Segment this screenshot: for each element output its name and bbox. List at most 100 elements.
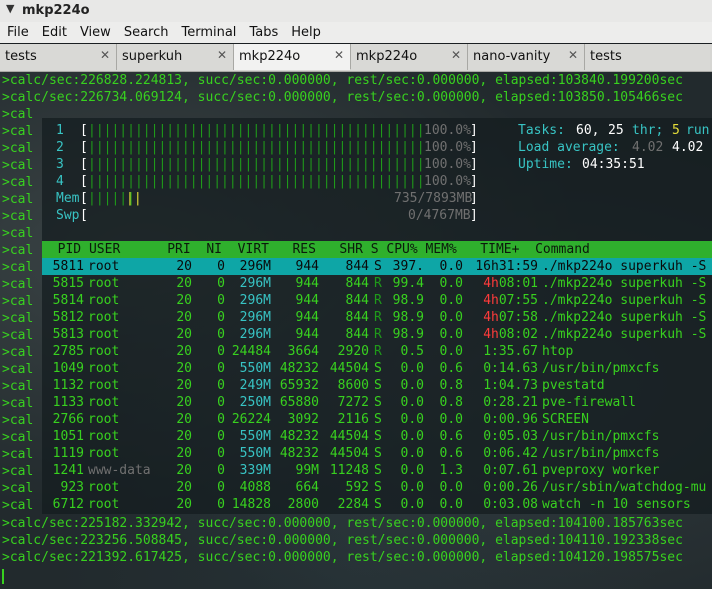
tab-label: mkp224o xyxy=(239,49,301,64)
cell-shr: 2920 xyxy=(337,344,369,359)
close-icon[interactable]: ✕ xyxy=(334,48,344,62)
close-icon[interactable]: ✕ xyxy=(217,48,227,62)
cell-cpu: 98.9 xyxy=(392,327,424,342)
cell-s: R xyxy=(374,327,382,342)
cell-ni: 0 xyxy=(217,344,225,359)
table-row[interactable]: 1133 root 20 0 250M 65880 7272 S 0.0 0.8 0:28.21 pv… xyxy=(42,394,712,411)
table-row[interactable]: 1051 root 20 0 550M 48232 44504 S 0.0 0.6 0:05.03 /… xyxy=(42,428,712,445)
menu-help[interactable]: Help xyxy=(285,25,327,40)
cell-virt: 296M xyxy=(239,293,271,308)
cell-shr: 2284 xyxy=(337,497,369,512)
cell-pri: 20 xyxy=(176,412,192,427)
cell-cmd: pvestatd xyxy=(542,378,605,393)
process-table-header[interactable]: PID USER PRI NI VIRT RES SHR S CPU% MEM%… xyxy=(42,241,712,258)
table-row[interactable]: 2785 root 20 0 24484 3664 2920 R 0.5 0.0 1:35.67 ht… xyxy=(42,343,712,360)
table-row[interactable]: 5814 root 20 0 296M 944 844 R 98.9 0.0 4h 07:55 ./mk… xyxy=(42,292,712,309)
terminal-view[interactable]: >calc/sec:226828.224813, succ/sec:0.0000… xyxy=(0,72,712,589)
cell-pid: 1132 xyxy=(52,378,84,393)
chevron-down-icon[interactable]: ▼ xyxy=(6,2,14,15)
cell-cmd: pveproxy worker xyxy=(542,463,660,478)
table-row-selected[interactable]: 5811 root 20 0 296M 944 844 S 397. 0.0 16h 31:59 ./m… xyxy=(42,258,712,275)
cell-ni: 0 xyxy=(217,395,225,410)
cell-ni: 0 xyxy=(217,293,225,308)
table-row[interactable]: 1049 root 20 0 550M 48232 44504 S 0.0 0.6 0:14.63 /… xyxy=(42,360,712,377)
cell-res: 944 xyxy=(295,293,319,308)
close-icon[interactable]: ✕ xyxy=(568,48,578,62)
cell-cmd: /usr/bin/pmxcfs xyxy=(542,429,660,444)
table-row[interactable]: 1241 www-data 20 0 339M 99M 11248 S 0.0 1.3 0:07.6… xyxy=(42,462,712,479)
cell-cmd: htop xyxy=(542,344,574,359)
cell-ni: 0 xyxy=(217,378,225,393)
tab-mkp224o[interactable]: mkp224o ✕ xyxy=(351,44,468,70)
cpu-percent: 100.0% xyxy=(424,140,471,155)
close-icon[interactable]: ✕ xyxy=(451,48,461,62)
cell-s: S xyxy=(374,259,382,274)
cell-mem: 0.0 xyxy=(439,497,463,512)
load-5: 4.02 xyxy=(672,140,704,155)
cell-shr: 592 xyxy=(345,480,369,495)
tab-tests[interactable]: tests ✕ xyxy=(0,44,117,70)
cell-pri: 20 xyxy=(176,463,192,478)
table-row[interactable]: 1119 root 20 0 550M 48232 44504 S 0.0 0.6 0:06.42 /… xyxy=(42,445,712,462)
cell-res: 3664 xyxy=(287,344,319,359)
cell-pri: 20 xyxy=(176,446,192,461)
table-row[interactable]: 923 root 20 0 4088 664 592 S 0.0 0.0 0:00.26/usr/s… xyxy=(42,479,712,496)
tab-label: tests xyxy=(590,49,622,64)
terminal-line-prefix: >cal xyxy=(2,107,34,122)
table-row[interactable]: 6712 root 20 0 14828 2800 2284 S 0.0 0.0 0:03.08 wa… xyxy=(42,496,712,513)
table-row[interactable]: 5813 root 20 0 296M 944 844 R 98.9 0.0 4h 08:02 ./mk… xyxy=(42,326,712,343)
tab-superkuh[interactable]: superkuh ✕ xyxy=(117,44,234,70)
cell-s: S xyxy=(374,361,382,376)
cell-user: root xyxy=(88,344,120,359)
menu-terminal[interactable]: Terminal xyxy=(175,25,242,40)
terminal-line-prefix: >cal xyxy=(2,447,34,462)
cell-s: S xyxy=(374,412,382,427)
cell-user: root xyxy=(88,293,120,308)
menu-search[interactable]: Search xyxy=(118,25,175,40)
terminal-line: >calc/sec:221392.617425, succ/sec:0.0000… xyxy=(2,550,683,565)
menu-file[interactable]: File xyxy=(1,25,35,40)
table-row[interactable]: 1132 root 20 0 249M 65932 8600 S 0.0 0.8 1:04.73 pv… xyxy=(42,377,712,394)
tab-nano-vanity[interactable]: nano-vanity ✕ xyxy=(468,44,585,70)
cell-user: root xyxy=(88,361,120,376)
table-row[interactable]: 5815 root 20 0 296M 944 844 R 99.4 0.0 4h 08:01 ./mk… xyxy=(42,275,712,292)
cpu-percent: 100.0% xyxy=(424,174,471,189)
menu-tabs[interactable]: Tabs xyxy=(243,25,284,40)
cell-s: R xyxy=(374,293,382,308)
cell-cpu: 0.0 xyxy=(400,395,424,410)
cell-s: S xyxy=(374,378,382,393)
cell-cmd: ./mkp224o superkuh -S xyxy=(542,293,707,308)
htop-panel: 1[||||||||||||||||||||||||||||||||||||||… xyxy=(42,118,712,514)
cell-cpu: 0.0 xyxy=(400,429,424,444)
menu-view[interactable]: View xyxy=(74,25,117,40)
menu-edit[interactable]: Edit xyxy=(36,25,73,40)
tab-mkp224o-active[interactable]: mkp224o ✕ xyxy=(234,44,351,70)
load-label: Load average: xyxy=(518,140,620,155)
table-row[interactable]: 2766 root 20 0 26224 3092 2116 S 0.0 0.0 0:00.96 SC… xyxy=(42,411,712,428)
cell-time: 0:00.26 xyxy=(483,480,538,495)
cell-pid: 2766 xyxy=(52,412,84,427)
cell-pri: 20 xyxy=(176,259,192,274)
cell-ni: 0 xyxy=(217,259,225,274)
cell-res: 944 xyxy=(295,276,319,291)
mem-bar-cache: || xyxy=(126,191,142,206)
cell-shr: 844 xyxy=(345,276,369,291)
cell-user: root xyxy=(88,497,120,512)
cell-mem: 0.6 xyxy=(439,446,463,461)
cell-s: S xyxy=(374,480,382,495)
terminal-line-prefix: >cal xyxy=(2,396,34,411)
tab-tests-2[interactable]: tests xyxy=(585,44,710,70)
cell-time: 1:04.73 xyxy=(483,378,538,393)
time-hours: 4h xyxy=(483,293,499,308)
cell-pri: 20 xyxy=(176,361,192,376)
cell-cmd: pve-firewall xyxy=(542,395,636,410)
cell-time: 0:28.21 xyxy=(483,395,538,410)
cell-pri: 20 xyxy=(176,480,192,495)
cell-pid: 5814 xyxy=(52,293,84,308)
close-icon[interactable]: ✕ xyxy=(100,48,110,62)
cpu-bar: ||||||||||||||||||||||||||||||||||||||||… xyxy=(88,123,425,138)
header-text: PID USER PRI NI VIRT RES SHR S CPU% MEM%… xyxy=(42,242,590,257)
table-row[interactable]: 5812 root 20 0 296M 944 844 R 98.9 0.0 4h 07:58 ./mk… xyxy=(42,309,712,326)
terminal-line-prefix: >cal xyxy=(2,124,34,139)
cell-virt: 296M xyxy=(239,327,271,342)
